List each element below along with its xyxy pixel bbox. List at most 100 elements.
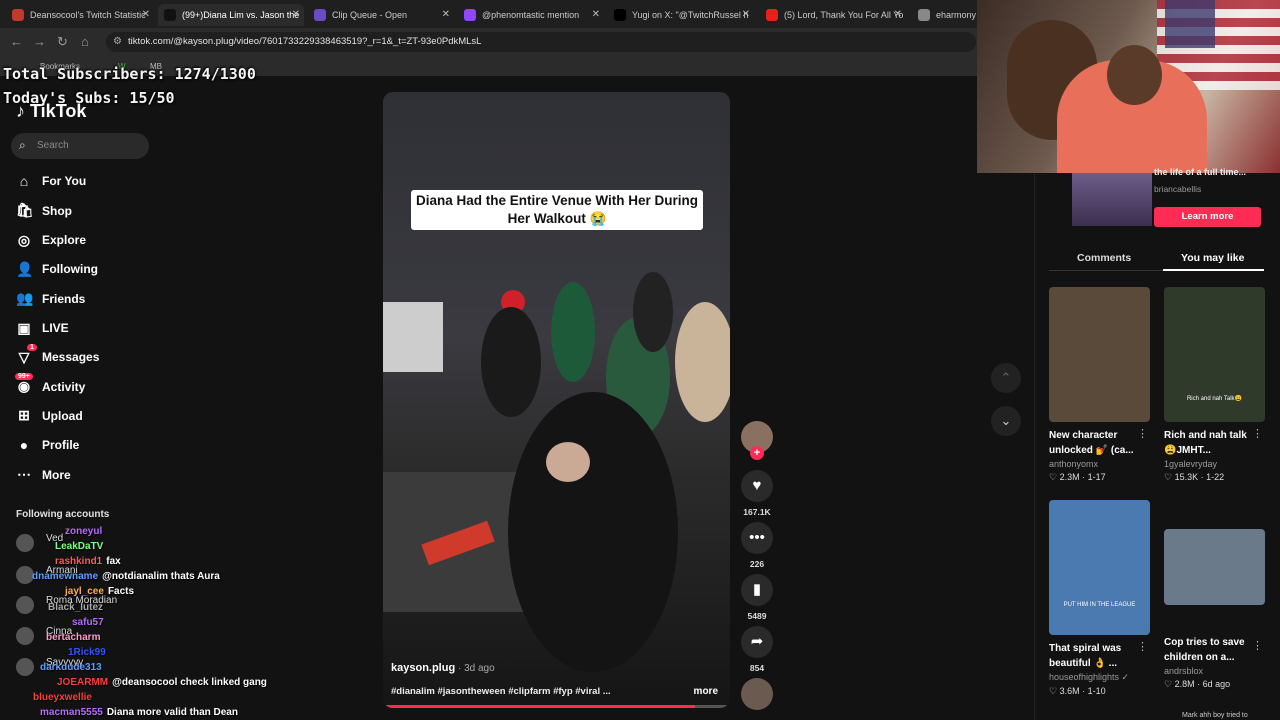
home-icon[interactable]: ⌂ (81, 34, 89, 49)
sidebar-item-messages[interactable]: ▽ Messages (16, 349, 100, 366)
sidebar-item-live[interactable]: ▣ LIVE (16, 319, 68, 337)
more-options-icon[interactable]: ⋮ (1137, 640, 1148, 653)
card-title[interactable]: That spiral was beautiful 👌 ... (1049, 641, 1150, 671)
more-options-icon[interactable]: ⋮ (1137, 427, 1148, 440)
video-thumbnail[interactable]: Rich and nah Talk😩 (1164, 287, 1265, 422)
follow-plus-icon[interactable]: + (750, 446, 764, 460)
sidebar-item-activity[interactable]: ◉ Activity (16, 378, 85, 395)
card-author[interactable]: anthonyomx (1049, 459, 1150, 469)
back-icon[interactable]: ← (10, 34, 23, 49)
chat-username[interactable]: Black_lutez (48, 602, 103, 613)
recommended-video-card[interactable]: ⋮ New character unlocked 💅 (ca... anthonyo… (1049, 287, 1150, 483)
card-title[interactable]: Rich and nah talk 😩JMHT... (1164, 428, 1265, 458)
card-author[interactable]: houseofhighlights ✓ (1049, 672, 1150, 683)
chat-username[interactable]: safu57 (72, 617, 104, 628)
tab-you-may-like[interactable]: You may like (1181, 252, 1244, 264)
chat-message: Black_lutez (48, 602, 107, 613)
sidebar-item-for-you[interactable]: ⌂ For You (16, 173, 86, 189)
video-thumbnail[interactable]: PUT HIM IN THE LEAGUE (1049, 500, 1150, 635)
chat-username[interactable]: 1Rick99 (68, 647, 106, 658)
recommended-video-card[interactable]: ⋮ Cop tries to save children on a... andrs… (1164, 500, 1265, 690)
browser-tab[interactable]: Deansocool's Twitch Statistic ✕ (6, 4, 154, 26)
sidebar-item-upload[interactable]: ⊞ Upload (16, 407, 83, 424)
forward-icon[interactable]: → (33, 34, 46, 49)
video-author[interactable]: kayson.plug · 3d ago (391, 662, 495, 674)
following-accounts-title: Following accounts (16, 509, 110, 520)
tab-label: (5) Lord, Thank You For All Yo (784, 10, 904, 20)
avatar[interactable] (16, 627, 34, 645)
more-options-icon[interactable]: ⋮ (1252, 639, 1263, 652)
sidebar-item-label: Activity (42, 379, 86, 394)
video-thumbnail[interactable] (1049, 287, 1150, 422)
sidebar-item-more[interactable]: ⋯ More (16, 466, 71, 483)
comment-icon[interactable]: ••• (741, 522, 773, 554)
live-icon: ▣ (17, 319, 31, 336)
browser-tab[interactable]: (99+)Diana Lim vs. Jason the ✕ (158, 4, 304, 26)
ad-thumbnail[interactable] (1072, 173, 1152, 226)
previous-video-icon[interactable]: ⌃ (991, 363, 1021, 393)
avatar[interactable] (16, 534, 34, 552)
tiktok-logo[interactable]: ♪ TikTok (16, 101, 86, 122)
video-username[interactable]: kayson.plug (391, 662, 455, 674)
learn-more-button[interactable]: Learn more (1154, 207, 1261, 227)
music-disc-icon[interactable] (741, 678, 773, 710)
close-tab-icon[interactable]: ✕ (894, 9, 902, 20)
search-input[interactable]: ⌕ Search (11, 133, 149, 159)
browser-tab[interactable]: (5) Lord, Thank You For All Yo ✕ (760, 4, 906, 26)
close-tab-icon[interactable]: ✕ (592, 9, 600, 20)
close-tab-icon[interactable]: ✕ (742, 9, 750, 20)
reload-icon[interactable]: ↻ (57, 34, 68, 50)
recommended-video-card[interactable]: PUT HIM IN THE LEAGUE ⋮ That spiral was be… (1049, 500, 1150, 697)
chat-username[interactable]: jayl_cee (65, 586, 104, 597)
video-progress-bar[interactable] (383, 705, 730, 708)
tab-comments[interactable]: Comments (1077, 252, 1131, 264)
sidebar-item-explore[interactable]: ◎ Explore (16, 232, 86, 249)
more-options-icon[interactable]: ⋮ (1252, 427, 1263, 440)
chat-username[interactable]: rashkind1 (55, 556, 102, 567)
browser-tab[interactable]: @phenomtastic mention ✕ (458, 4, 604, 26)
sidebar-item-shop[interactable]: 🛍 Shop (16, 202, 72, 219)
recommended-video-card[interactable]: Rich and nah Talk😩 ⋮ Rich and nah talk 😩JM… (1164, 287, 1265, 483)
sidebar-item-friends[interactable]: 👥 Friends (16, 290, 85, 307)
video-more-link[interactable]: more (694, 686, 718, 697)
browser-tab[interactable]: Clip Queue - Open ✕ (308, 4, 454, 26)
sidebar-item-profile[interactable]: ● Profile (16, 437, 80, 453)
card-author[interactable]: andrsblox (1164, 666, 1265, 676)
like-icon[interactable]: ♥ (741, 470, 773, 502)
close-tab-icon[interactable]: ✕ (292, 9, 300, 20)
card-author[interactable]: 1gyalevryday (1164, 459, 1265, 469)
sidebar-item-label: Following (42, 262, 98, 277)
site-info-icon[interactable]: ⚙ (113, 36, 122, 47)
chat-username[interactable]: LeakDaTV (55, 541, 103, 552)
sidebar-item-label: Messages (42, 350, 100, 365)
chat-username[interactable]: macman5555 (40, 707, 103, 718)
browser-tab[interactable]: Yugi on X: "@TwitchRussel h ✕ (608, 4, 754, 26)
close-tab-icon[interactable]: ✕ (442, 9, 450, 20)
avatar[interactable] (16, 596, 34, 614)
video-hashtags[interactable]: #dianalim #jasontheween #clipfarm #fyp #… (391, 686, 611, 697)
bookmark-icon[interactable]: ▮ (741, 574, 773, 606)
card-title[interactable]: Cop tries to save children on a... (1164, 635, 1265, 665)
chat-username[interactable]: zoneyul (65, 526, 102, 537)
sidebar-item-following[interactable]: 👤 Following (16, 261, 98, 278)
video-player[interactable]: Diana Had the Entire Venue With Her Duri… (383, 92, 730, 708)
tab-favicon-icon (614, 9, 626, 21)
chat-username[interactable]: darkdude313 (40, 662, 102, 673)
card-title[interactable]: New character unlocked 💅 (ca... (1049, 428, 1150, 458)
card-stats: ♡ 2.8M · 6d ago (1164, 679, 1231, 689)
chat-username[interactable]: dnamewname (32, 571, 98, 582)
search-icon: ⌕ (19, 138, 26, 152)
url-field[interactable]: ⚙ tiktok.com/@kayson.plug/video/76017332… (106, 32, 976, 52)
share-icon[interactable]: ➦ (741, 626, 773, 658)
browser-tab[interactable]: eharmony - (912, 4, 980, 26)
avatar[interactable] (16, 658, 34, 676)
chat-username[interactable]: blueyxwellie (33, 692, 92, 703)
chat-username[interactable]: JOEARMM (57, 677, 108, 688)
ad-account[interactable]: briancabellis (1154, 184, 1201, 194)
thumbnail-caption: Rich and nah Talk😩 (1186, 396, 1243, 402)
chat-username[interactable]: bertacharm (46, 632, 100, 643)
close-tab-icon[interactable]: ✕ (142, 9, 150, 20)
video-thumbnail[interactable] (1164, 529, 1265, 605)
tab-favicon-icon (464, 9, 476, 21)
next-video-icon[interactable]: ⌄ (991, 406, 1021, 436)
